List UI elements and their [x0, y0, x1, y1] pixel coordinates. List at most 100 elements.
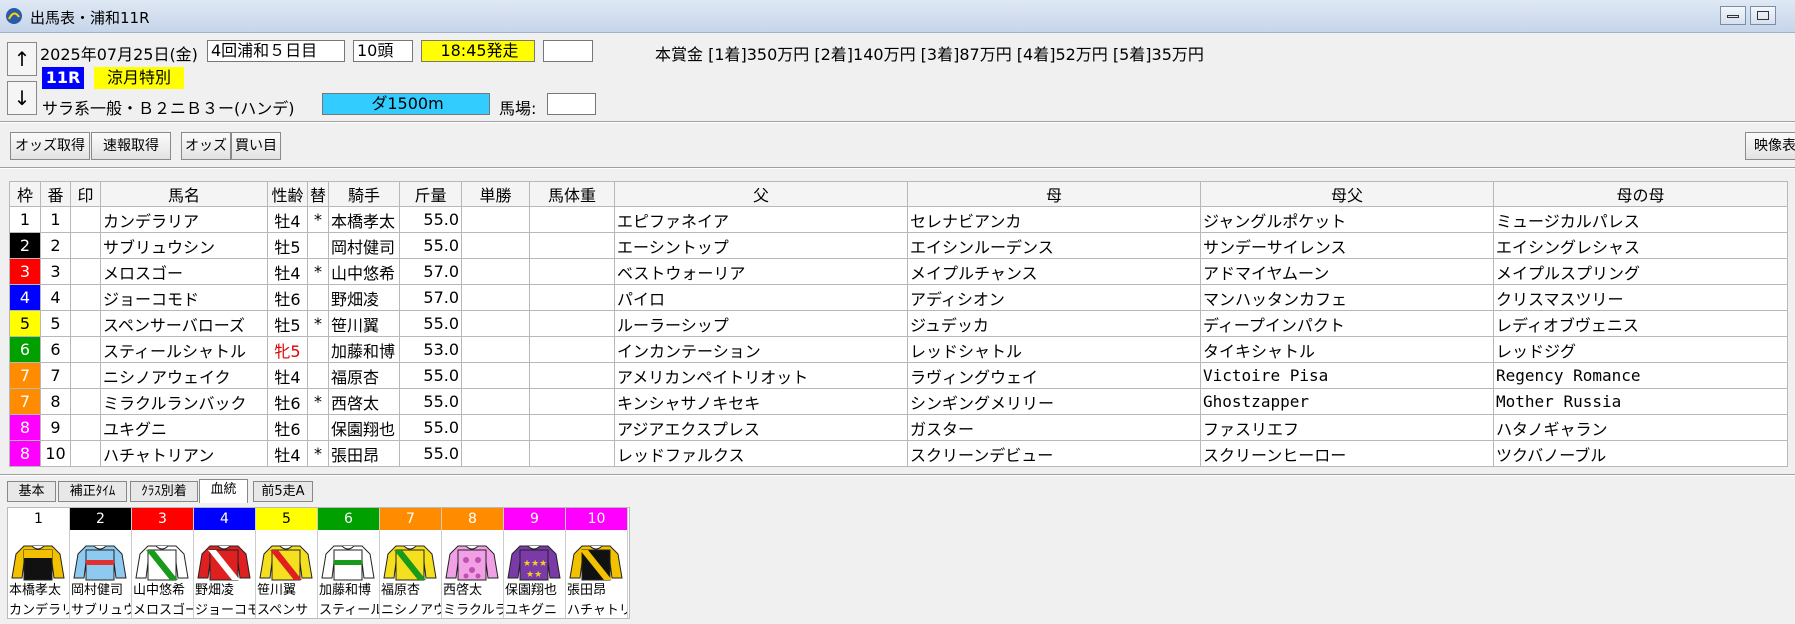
sire-name: アジアエクスプレス: [614, 414, 909, 441]
col-weight[interactable]: 斤量: [399, 181, 463, 207]
next-race-button[interactable]: ↓: [7, 81, 37, 115]
jockey-name: 山中悠希: [328, 258, 401, 285]
frame-cell: 4: [9, 284, 41, 311]
tab-basic[interactable]: 基本: [7, 481, 56, 502]
minimize-button[interactable]: [1720, 6, 1746, 25]
toolbar-divider: [0, 167, 1795, 169]
table-row[interactable]: 5 5 スペンサーバローズ 牡5 * 笹川翼 55.0 ルーラーシップ ジュデッカ ディープインパ…: [9, 310, 1789, 337]
swap-mark: *: [306, 440, 330, 467]
video-button[interactable]: 映像表: [1745, 132, 1795, 160]
table-row[interactable]: 8 10 ハチャトリアン 牡4 * 張田昂 55.0 レッドファルクス スクリーンデビュー スクリ…: [9, 440, 1789, 467]
jockey-silks-icon: [318, 532, 379, 582]
dam-name: スクリーンデビュー: [907, 440, 1202, 467]
col-win-odds[interactable]: 単勝: [461, 181, 531, 207]
silk-number: 10: [566, 508, 627, 530]
col-sexage[interactable]: 性齢: [267, 181, 308, 207]
mark-cell[interactable]: [70, 388, 101, 415]
number-cell: 10: [40, 440, 71, 467]
tab-class-finish[interactable]: ｸﾗｽ別着: [130, 481, 198, 502]
mark-cell[interactable]: [70, 310, 101, 337]
col-horse[interactable]: 馬名: [100, 181, 268, 207]
mark-cell[interactable]: [70, 206, 101, 233]
body-weight: [529, 206, 616, 233]
col-dam[interactable]: 母: [907, 181, 1202, 207]
col-damsire[interactable]: 母父: [1200, 181, 1495, 207]
tab-pedigree[interactable]: 血統: [199, 479, 248, 503]
col-number[interactable]: 番: [40, 181, 71, 207]
number-cell: 6: [40, 336, 71, 363]
silk-horse-name: ニシノアウ: [381, 603, 441, 618]
prev-race-button[interactable]: ↑: [7, 42, 37, 76]
mark-cell[interactable]: [70, 440, 101, 467]
tab-last5-a[interactable]: 前5走A: [253, 481, 313, 502]
damdam-name: メイプルスプリング: [1493, 258, 1789, 285]
mark-cell[interactable]: [70, 232, 101, 259]
damsire-name: ディープインパクト: [1200, 310, 1495, 337]
up-arrow-icon: ↑: [13, 47, 31, 71]
horse-name: サブリュウシン: [100, 232, 268, 259]
sire-name: エピファネイア: [614, 206, 909, 233]
table-row[interactable]: 8 9 ユキグニ 牡6 保園翔也 55.0 アジアエクスプレス ガスター ファスリエフ ハタノギャ…: [9, 414, 1789, 441]
minimize-icon: [1727, 15, 1739, 18]
jockey-name: 野畑凌: [328, 284, 401, 311]
swap-mark: *: [306, 258, 330, 285]
swap-mark: [306, 232, 330, 259]
col-swap[interactable]: 替: [306, 181, 330, 207]
mark-cell[interactable]: [70, 284, 101, 311]
sex-age: 牡4: [267, 440, 308, 467]
silk-column: 10 張田昂 ハチャトリ: [566, 508, 628, 618]
damsire-name: ファスリエフ: [1200, 414, 1495, 441]
damsire-name: サンデーサイレンス: [1200, 232, 1495, 259]
sex-age: 牡5: [267, 310, 308, 337]
mark-cell[interactable]: [70, 258, 101, 285]
bets-button[interactable]: 買い目: [231, 132, 281, 160]
prize-money: 本賞金 [1着]350万円 [2着]140万円 [3着]87万円 [4着]52万…: [655, 45, 1204, 64]
mark-cell[interactable]: [70, 362, 101, 389]
number-cell: 4: [40, 284, 71, 311]
jockey-silks-icon: ★★★ ★★: [504, 532, 565, 582]
win-odds: [461, 440, 531, 467]
mark-cell[interactable]: [70, 336, 101, 363]
col-sire[interactable]: 父: [614, 181, 909, 207]
frame-cell: 1: [9, 206, 41, 233]
restore-button[interactable]: [1750, 6, 1776, 25]
col-mark[interactable]: 印: [70, 181, 101, 207]
odds-button[interactable]: オッズ: [181, 132, 231, 160]
col-frame[interactable]: 枠: [9, 181, 41, 207]
col-body-weight[interactable]: 馬体重: [529, 181, 616, 207]
table-row[interactable]: 3 3 メロスゴー 牡4 * 山中悠希 57.0 ベストウォーリア メイプルチャンス アドマイヤム…: [9, 258, 1789, 285]
flash-fetch-button[interactable]: 速報取得: [91, 132, 171, 160]
swap-mark: *: [306, 388, 330, 415]
table-row[interactable]: 4 4 ジョーコモド 牡6 野畑凌 57.0 パイロ アディシオン マンハッタンカフェ クリスマス…: [9, 284, 1789, 311]
table-row[interactable]: 7 7 ニシノアウェイク 牡4 福原杏 55.0 アメリカンペイトリオット ラヴィングウェイ V…: [9, 362, 1789, 389]
sire-name: アメリカンペイトリオット: [614, 362, 909, 389]
silk-number: 9: [504, 508, 565, 530]
odds-fetch-button[interactable]: オッズ取得: [10, 132, 90, 160]
race-condition: サラ系一般・Ｂ２ニＢ３ー(ハンデ): [42, 99, 295, 118]
win-odds: [461, 414, 531, 441]
jockey-name: 西啓太: [328, 388, 401, 415]
win-odds: [461, 258, 531, 285]
dam-name: ジュデッカ: [907, 310, 1202, 337]
body-weight: [529, 232, 616, 259]
silk-column: 1 本橋孝太 カンデラリ: [8, 508, 70, 618]
table-row[interactable]: 6 6 スティールシャトル 牝5 加藤和博 53.0 インカンテーション レッドシャトル タイキ…: [9, 336, 1789, 363]
jockey-silks-icon: [566, 532, 627, 582]
tab-adjusted-time[interactable]: 補正ﾀｲﾑ: [58, 481, 127, 502]
body-weight: [529, 336, 616, 363]
mark-cell[interactable]: [70, 414, 101, 441]
race-date: 2025年07月25日(金): [40, 45, 198, 64]
table-row[interactable]: 1 1 カンデラリア 牡4 * 本橋孝太 55.0 エピファネイア セレナビアンカ ジャングルポケ…: [9, 206, 1789, 233]
race-number: 11R: [42, 67, 84, 89]
col-jockey[interactable]: 騎手: [328, 181, 401, 207]
post-time: 18:45発走: [421, 40, 535, 62]
damdam-name: クリスマスツリー: [1493, 284, 1789, 311]
sex-age: 牡4: [267, 206, 308, 233]
runner-count: 10頭: [353, 40, 413, 62]
table-row[interactable]: 7 8 ミラクルランバック 牡6 * 西啓太 55.0 キンシャサノキセキ シンギングメリリー G…: [9, 388, 1789, 415]
col-damdam[interactable]: 母の母: [1493, 181, 1789, 207]
dam-name: レッドシャトル: [907, 336, 1202, 363]
jockey-name: 加藤和博: [328, 336, 401, 363]
win-odds: [461, 388, 531, 415]
table-row[interactable]: 2 2 サブリュウシン 牡5 岡村健司 55.0 エーシントップ エイシンルーデンス サンデーサ…: [9, 232, 1789, 259]
